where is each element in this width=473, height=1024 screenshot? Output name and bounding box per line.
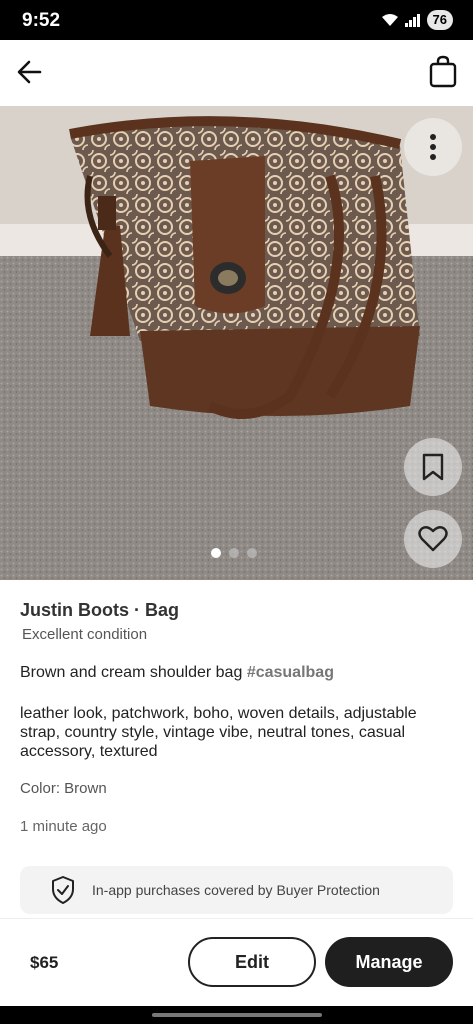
pagination-dot[interactable] — [229, 548, 239, 558]
shopping-bag-button[interactable] — [427, 54, 459, 90]
status-icons: 76 — [381, 10, 453, 30]
price-label: $65 — [30, 953, 59, 972]
listing-title: Brown and cream shoulder bag #casualbag — [20, 664, 334, 682]
product-photo — [0, 106, 473, 580]
bookmark-icon — [422, 453, 444, 481]
gallery-pagination — [211, 548, 257, 558]
status-bar: 9:52 76 — [0, 0, 473, 40]
posted-time: 1 minute ago — [20, 818, 107, 835]
battery-icon: 76 — [426, 10, 453, 30]
bottom-action-bar: $65 Edit Manage — [0, 918, 473, 1006]
top-bar — [0, 40, 473, 106]
pagination-dot[interactable] — [247, 548, 257, 558]
hashtag-link[interactable]: #casualbag — [247, 664, 334, 681]
system-navigation-bar — [0, 1006, 473, 1024]
heart-icon — [418, 526, 448, 552]
brand-category[interactable]: Justin Boots · Bag — [20, 600, 179, 621]
home-gesture-handle[interactable] — [152, 1013, 322, 1017]
signal-icon — [404, 13, 421, 27]
manage-button[interactable]: Manage — [325, 937, 453, 987]
color-attribute: Color: Brown — [20, 780, 107, 797]
like-button[interactable] — [404, 510, 462, 568]
edit-button[interactable]: Edit — [188, 937, 316, 987]
pagination-dot[interactable] — [211, 548, 221, 558]
arrow-left-icon — [17, 60, 42, 84]
save-button[interactable] — [404, 438, 462, 496]
buyer-protection-text: In-app purchases covered by Buyer Protec… — [92, 882, 380, 898]
shopping-bag-icon — [429, 55, 457, 88]
more-vertical-icon — [430, 134, 436, 160]
more-options-button[interactable] — [404, 118, 462, 176]
status-time: 9:52 — [22, 10, 61, 31]
buyer-protection-banner[interactable]: In-app purchases covered by Buyer Protec… — [20, 866, 453, 914]
condition-label: Excellent condition — [22, 626, 148, 643]
back-button[interactable] — [14, 56, 46, 88]
listing-title-text: Brown and cream shoulder bag — [20, 664, 243, 681]
shield-check-icon — [52, 876, 74, 904]
listing-description: leather look, patchwork, boho, woven det… — [20, 705, 417, 760]
product-image-gallery[interactable] — [0, 106, 473, 580]
wifi-icon — [381, 13, 399, 27]
